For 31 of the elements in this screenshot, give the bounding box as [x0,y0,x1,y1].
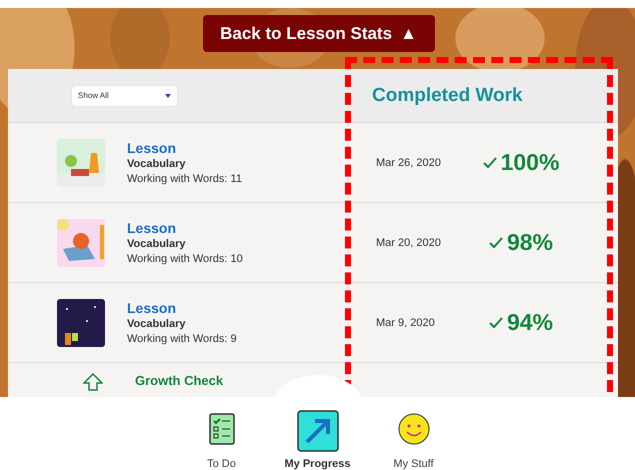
completion-date: Mar 20, 2020 [376,236,442,248]
lesson-thumbnail [57,298,105,346]
lesson-subject: Vocabulary [127,158,186,170]
nav-tab[interactable]: My Stuff [376,397,452,470]
score: 94% [506,309,554,336]
lesson-subject: Vocabulary [127,238,186,250]
lesson-detail: Working with Words: 10 [127,253,244,265]
completion-date: Mar 9, 2020 [376,316,436,328]
check-icon [488,236,503,248]
lesson-subject: Vocabulary [127,318,186,330]
lesson-title[interactable]: Lesson [127,220,327,236]
column-heading: Completed Work [372,84,523,106]
up-arrow-icon [83,373,103,391]
lesson-thumbnail [57,218,105,266]
lesson-thumbnail [57,138,105,186]
nav-tab[interactable]: My Progress [280,397,356,470]
lesson-detail: Working with Words: 9 [127,333,238,345]
lesson-title[interactable]: Lesson [127,300,327,316]
score: 98% [506,229,554,256]
back-to-lesson-stats-button[interactable]: Back to Lesson Stats ▲ [202,15,434,52]
lesson-detail: Working with Words: 11 [127,173,243,185]
check-icon [482,156,497,168]
lesson-title[interactable]: Lesson [127,140,327,156]
completion-date: Mar 26, 2020 [376,156,442,168]
check-icon [488,316,503,328]
filter-dropdown[interactable]: Show All [72,86,177,106]
nav-tab[interactable]: To Do [184,397,260,470]
growth-check-title[interactable]: Growth Check [135,373,224,388]
smiley-icon [396,412,430,446]
score: 100% [500,149,560,176]
caret-icon [165,94,171,98]
